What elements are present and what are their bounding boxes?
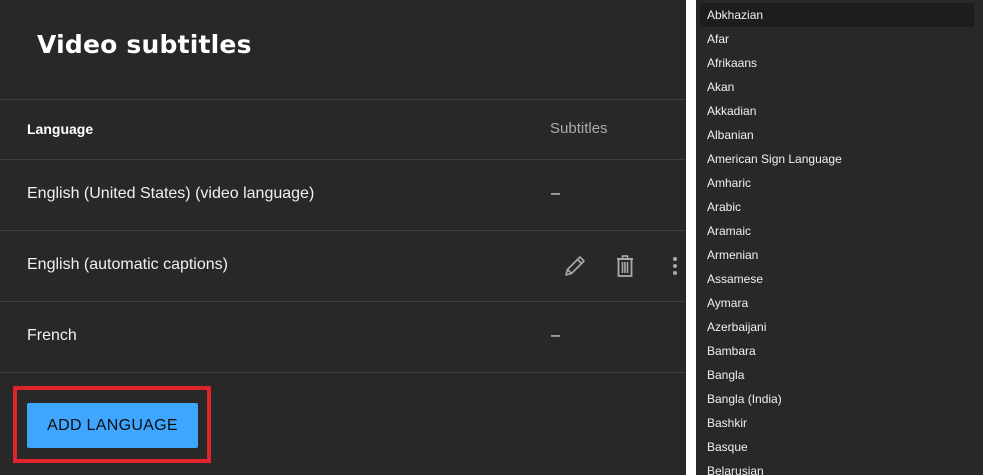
row-language: English (United States) (video language) bbox=[27, 185, 315, 202]
row-language: French bbox=[27, 327, 77, 344]
language-option[interactable]: Akan bbox=[700, 75, 974, 99]
language-option[interactable]: American Sign Language bbox=[700, 147, 974, 171]
row-language: English (automatic captions) bbox=[27, 256, 228, 273]
table-row[interactable]: English (automatic captions) bbox=[0, 230, 686, 300]
row-subtitles: – bbox=[551, 185, 560, 202]
language-option[interactable]: Amharic bbox=[700, 171, 974, 195]
language-option[interactable]: Aymara bbox=[700, 291, 974, 315]
subtitles-panel: Video subtitles Language Subtitles Engli… bbox=[0, 0, 686, 475]
divider bbox=[0, 99, 686, 100]
panel-gap bbox=[686, 0, 696, 475]
language-option[interactable]: Aramaic bbox=[700, 219, 974, 243]
page-title: Video subtitles bbox=[37, 30, 252, 59]
language-option[interactable]: Arabic bbox=[700, 195, 974, 219]
more-vert-icon[interactable] bbox=[660, 251, 686, 281]
language-option[interactable]: Armenian bbox=[700, 243, 974, 267]
trash-icon[interactable] bbox=[610, 251, 640, 281]
language-option[interactable]: Akkadian bbox=[700, 99, 974, 123]
language-dropdown[interactable]: Abkhazian Afar Afrikaans Akan Akkadian Albani… bbox=[696, 0, 983, 475]
language-option[interactable]: Bangla bbox=[700, 363, 974, 387]
language-option[interactable]: Belarusian bbox=[700, 459, 974, 475]
add-language-button[interactable]: ADD LANGUAGE bbox=[27, 403, 198, 448]
language-option[interactable]: Afrikaans bbox=[700, 51, 974, 75]
language-option[interactable]: Azerbaijani bbox=[700, 315, 974, 339]
language-option[interactable]: Bashkir bbox=[700, 411, 974, 435]
language-option[interactable]: Abkhazian bbox=[700, 3, 974, 27]
language-option[interactable]: Bangla (India) bbox=[700, 387, 974, 411]
language-options-list: Abkhazian Afar Afrikaans Akan Akkadian Albani… bbox=[696, 0, 983, 475]
language-option[interactable]: Afar bbox=[700, 27, 974, 51]
language-option[interactable]: Basque bbox=[700, 435, 974, 459]
column-header-language: Language bbox=[27, 121, 94, 137]
divider bbox=[0, 372, 686, 373]
pencil-icon[interactable] bbox=[560, 251, 590, 281]
table-row[interactable]: English (United States) (video language)… bbox=[0, 159, 686, 229]
row-subtitles: – bbox=[551, 327, 560, 344]
language-option[interactable]: Assamese bbox=[700, 267, 974, 291]
language-option[interactable]: Albanian bbox=[700, 123, 974, 147]
column-header-subtitles: Subtitles bbox=[550, 120, 608, 137]
table-row[interactable]: French – bbox=[0, 301, 686, 371]
language-option[interactable]: Bambara bbox=[700, 339, 974, 363]
